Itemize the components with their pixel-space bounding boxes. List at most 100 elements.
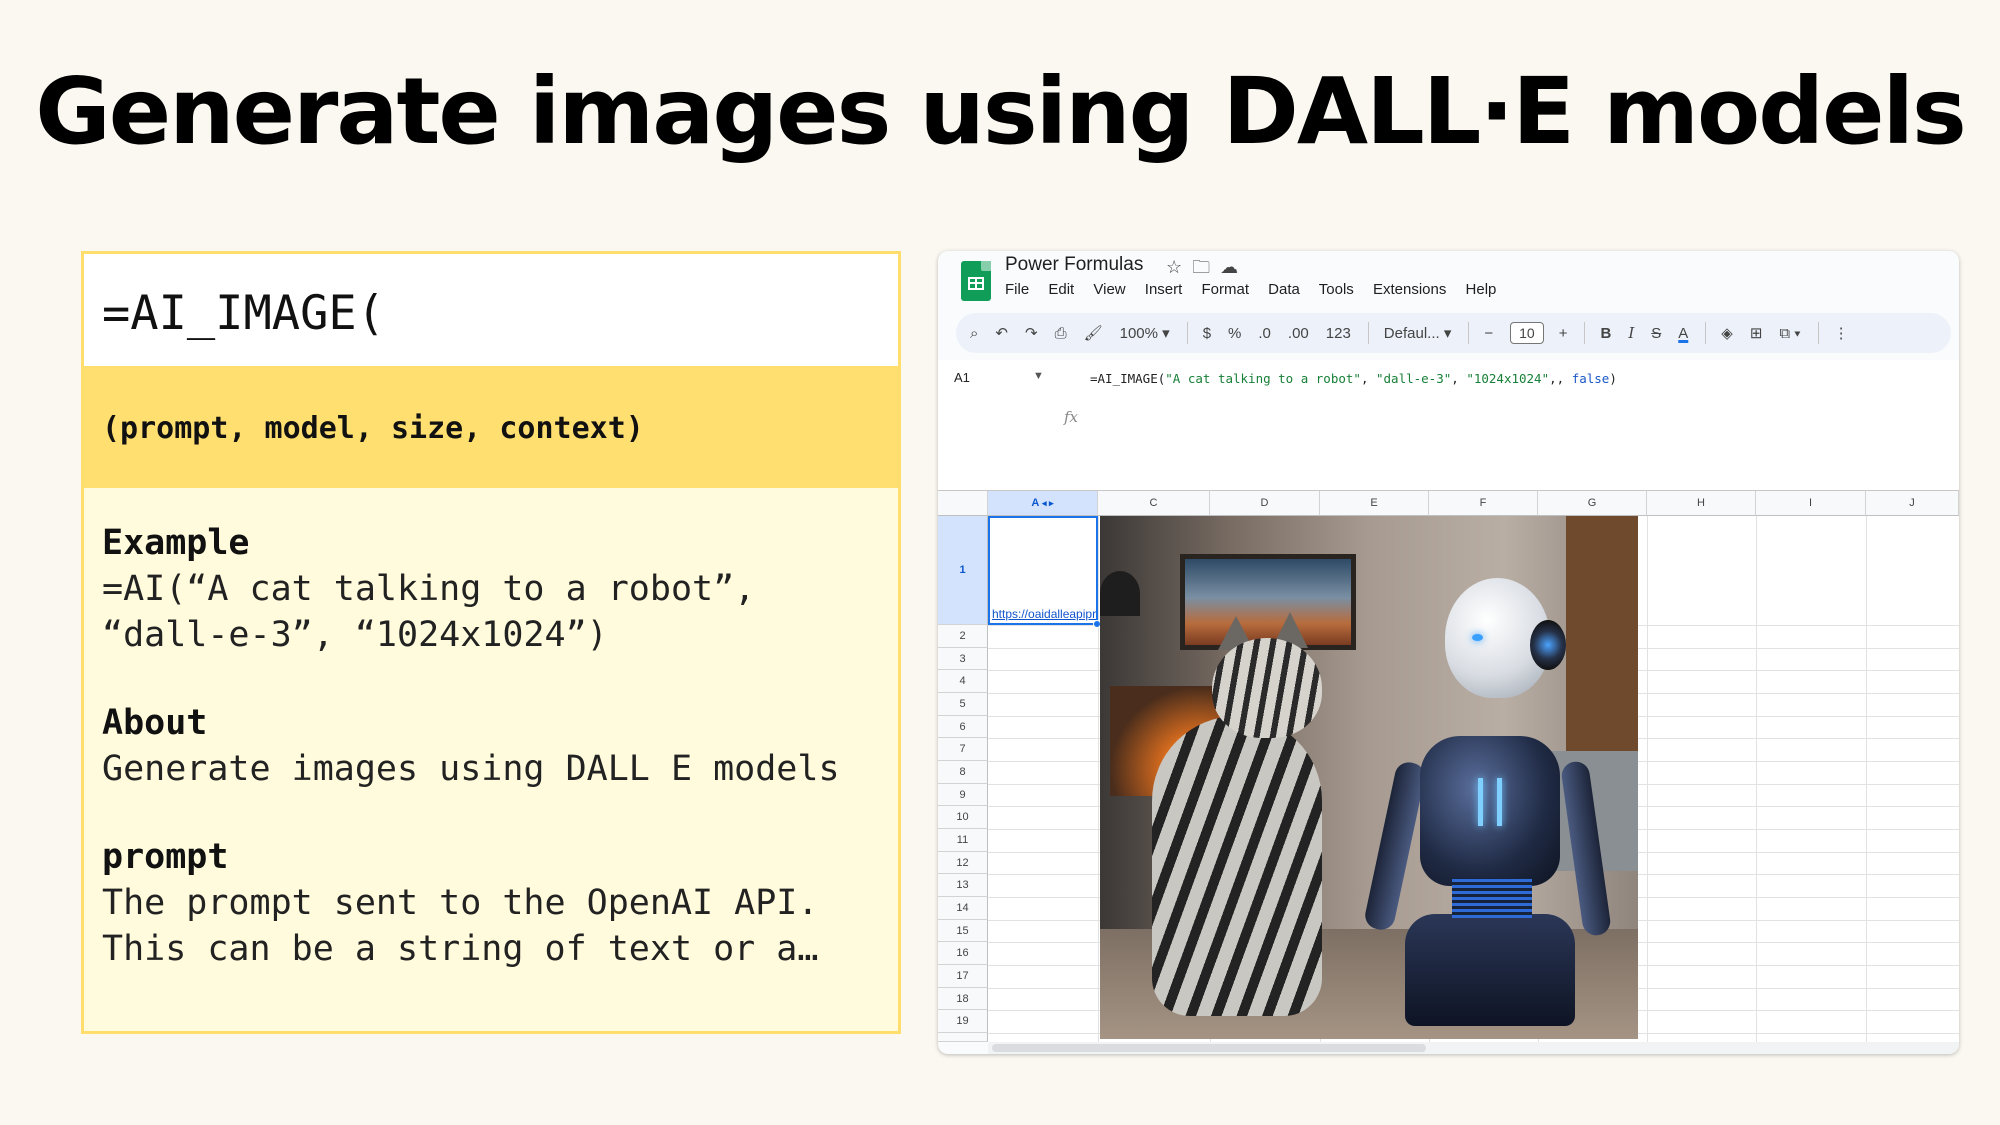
print-icon[interactable]: ⎙ [1055,325,1067,342]
currency-button[interactable]: $ [1203,325,1211,342]
row-header[interactable]: 8 [938,761,988,784]
name-box[interactable]: A1 [954,370,970,385]
formula-arg-model: "dall-e-3" [1376,371,1452,386]
menu-data[interactable]: Data [1268,281,1300,298]
font-value: Defaul... [1383,325,1440,342]
grid-line [1866,516,1867,1042]
generated-image[interactable] [1100,516,1638,1039]
section-heading: Example [102,523,250,563]
menu-extensions[interactable]: Extensions [1373,281,1446,298]
menu-edit[interactable]: Edit [1048,281,1074,298]
column-header[interactable]: J [1866,491,1959,516]
row-header[interactable]: 16 [938,942,988,965]
toolbar-divider [1468,322,1470,344]
formula-input[interactable]: =AI_IMAGE("A cat talking to a robot", "d… [1090,371,1617,386]
row-header[interactable]: 1 [938,516,988,625]
redo-icon[interactable]: ↷ [1025,324,1038,342]
section-about: About Generate images using DALL E model… [102,700,880,792]
menu-insert[interactable]: Insert [1145,281,1183,298]
font-select[interactable]: Defaul... ▾ [1384,324,1452,342]
cell-grid[interactable]: https://oaidalleapiprodscus.blob.core.wi… [988,516,1959,1042]
toolbar-divider [1186,322,1188,344]
grid-line [1647,516,1648,1042]
toolbar-divider [1367,322,1369,344]
cat-head-shape [1212,638,1322,738]
fill-color-icon[interactable]: ◈ [1721,324,1733,342]
toolbar-divider [1817,322,1819,344]
row-header[interactable]: 15 [938,920,988,942]
number-format-button[interactable]: 123 [1326,325,1351,342]
row-header[interactable]: 7 [938,738,988,761]
document-title[interactable]: Power Formulas [1005,254,1143,276]
menu-file[interactable]: File [1005,281,1029,298]
menu-format[interactable]: Format [1201,281,1249,298]
row-header[interactable]: 3 [938,648,988,670]
formula-close: ) [1609,371,1617,386]
zoom-select[interactable]: 100% ▾ [1120,324,1170,342]
decrease-decimal-button[interactable]: .0 [1258,325,1271,342]
strikethrough-button[interactable]: S [1651,325,1661,342]
row-header[interactable]: 2 [938,625,988,648]
percent-button[interactable]: % [1228,325,1241,342]
search-icon[interactable]: ⌕ [970,325,978,342]
font-size-decrease-button[interactable]: − [1484,325,1493,342]
image-url-link[interactable]: https://oaidalleapiprodscus.blob.core.wi… [992,607,1096,621]
menu-help[interactable]: Help [1466,281,1497,298]
row-header[interactable]: 10 [938,806,988,829]
cell-a1[interactable]: https://oaidalleapiprodscus.blob.core.wi… [988,516,1101,628]
sheets-window: Power Formulas ☆🗀☁ File Edit View Insert… [938,251,1959,1054]
menu-tools[interactable]: Tools [1319,281,1354,298]
fx-icon: fx [1064,408,1079,426]
cloud-status-icon[interactable]: ☁ [1220,257,1248,277]
row-header[interactable]: 9 [938,784,988,806]
row-header[interactable]: 18 [938,988,988,1010]
row-header[interactable]: 14 [938,897,988,920]
section-heading: prompt [102,837,229,877]
column-collapse-icon[interactable]: ◂ ▸ [1042,498,1054,508]
row-header[interactable]: 12 [938,852,988,874]
column-header[interactable]: C [1098,491,1210,516]
column-header[interactable]: G [1538,491,1647,516]
row-header[interactable]: 11 [938,829,988,852]
function-card: =AI_IMAGE( (prompt, model, size, context… [81,251,901,1034]
star-icon[interactable]: ☆ [1166,257,1192,277]
row-header[interactable]: 6 [938,716,988,738]
row-header[interactable]: 5 [938,693,988,716]
paint-format-icon[interactable]: 🖌 [1084,324,1103,342]
robot-headphone-shape [1530,620,1566,670]
function-description: Example =AI(“A cat talking to a robot”, … [84,488,898,972]
increase-decimal-button[interactable]: .00 [1288,325,1309,342]
painting-shape [1180,554,1356,650]
section-text: =AI(“A cat talking to a robot”, “dall-e-… [102,569,756,655]
row-header[interactable]: 4 [938,670,988,693]
column-header[interactable]: A ◂ ▸ [988,491,1098,516]
robot-waist-shape [1452,878,1532,918]
row-header[interactable]: 13 [938,874,988,897]
font-size-input[interactable]: 10 [1510,322,1544,344]
merge-cells-icon[interactable]: ⧉ ▾ [1779,325,1800,342]
borders-icon[interactable]: ⊞ [1750,324,1763,342]
font-size-increase-button[interactable]: + [1559,325,1568,342]
italic-button[interactable]: I [1628,324,1634,342]
column-header[interactable]: F [1429,491,1538,516]
row-header[interactable]: 19 [938,1010,988,1033]
select-all-corner[interactable] [938,491,988,516]
scrollbar-thumb[interactable] [992,1044,1426,1052]
column-header[interactable]: H [1647,491,1756,516]
bold-button[interactable]: B [1600,325,1611,342]
slide-title: Generate images using DALL·E models [35,58,1967,165]
menu-view[interactable]: View [1093,281,1125,298]
section-example: Example =AI(“A cat talking to a robot”, … [102,520,880,658]
sheets-logo-icon[interactable] [961,261,991,301]
column-header[interactable]: I [1756,491,1866,516]
column-header[interactable]: D [1210,491,1320,516]
text-color-button[interactable]: A [1678,325,1688,342]
name-box-dropdown-icon[interactable]: ▼ [1033,370,1044,382]
move-to-folder-icon[interactable]: 🗀 [1192,257,1220,277]
formula-function: =AI_IMAGE( [1090,371,1166,386]
column-header[interactable]: E [1320,491,1429,516]
row-header[interactable] [938,1033,988,1042]
undo-icon[interactable]: ↶ [995,324,1008,342]
row-header[interactable]: 17 [938,965,988,988]
more-options-icon[interactable]: ⋮ [1834,324,1849,342]
